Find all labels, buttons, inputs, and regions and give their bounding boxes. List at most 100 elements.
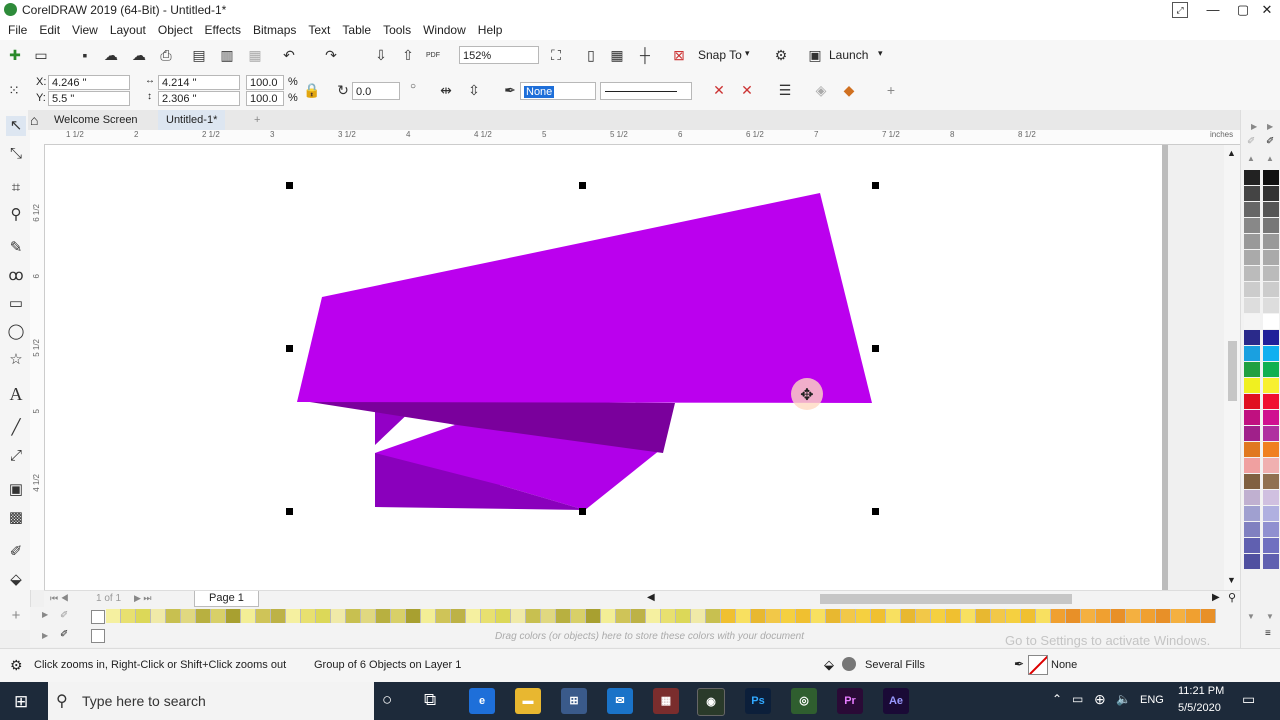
menu-table[interactable]: Table	[336, 23, 377, 37]
home-icon[interactable]: ⌂	[30, 112, 38, 128]
color-swatch[interactable]	[1051, 609, 1066, 623]
zoom-level-field[interactable]: 152%	[459, 46, 539, 64]
ribbon-banner-graphic[interactable]: ✥	[45, 145, 1165, 590]
palette-swatch[interactable]	[1244, 186, 1260, 201]
import-icon[interactable]: ⇩	[372, 46, 390, 64]
color-swatch[interactable]	[976, 609, 991, 623]
color-swatch[interactable]	[706, 609, 721, 623]
palette-swatch[interactable]	[1263, 282, 1279, 297]
copy-icon[interactable]: ▥	[218, 46, 236, 64]
color-swatch[interactable]	[1171, 609, 1186, 623]
color-swatch[interactable]	[106, 609, 121, 623]
show-guidelines-icon[interactable]: ┼	[636, 46, 654, 64]
rectangle-tool-icon[interactable]: ▭	[6, 294, 26, 314]
palette-swatch[interactable]	[1244, 330, 1260, 345]
palette-swatch[interactable]	[1244, 346, 1260, 361]
color-swatch[interactable]	[1186, 609, 1201, 623]
store-icon[interactable]: ⊞	[561, 688, 587, 714]
palette-options-icon[interactable]: ≡	[1265, 628, 1271, 639]
color-swatch[interactable]	[961, 609, 976, 623]
color-swatch[interactable]	[136, 609, 151, 623]
eyedropper-icon[interactable]: ✐	[60, 629, 68, 640]
menu-view[interactable]: View	[66, 23, 104, 37]
menu-tools[interactable]: Tools	[377, 23, 417, 37]
close-button[interactable]: ✕	[1252, 0, 1280, 20]
palette-swatch[interactable]	[1263, 410, 1279, 425]
page-nav-first-icon[interactable]: ⏮ ◀	[50, 593, 69, 604]
palette-down-icon[interactable]: ▼	[1247, 612, 1255, 621]
full-screen-icon[interactable]: ⛶	[547, 46, 565, 64]
palette-swatch[interactable]	[1263, 394, 1279, 409]
color-swatch[interactable]	[1126, 609, 1141, 623]
color-swatch[interactable]	[841, 609, 856, 623]
palette-swatch[interactable]	[1244, 378, 1260, 393]
color-swatch[interactable]	[766, 609, 781, 623]
show-rulers-icon[interactable]: ▯	[582, 46, 600, 64]
task-view-icon[interactable]: ⧉	[424, 690, 436, 710]
color-swatch[interactable]	[1201, 609, 1216, 623]
palette-swatch[interactable]	[1244, 538, 1260, 553]
color-swatch[interactable]	[376, 609, 391, 623]
menu-bitmaps[interactable]: Bitmaps	[247, 23, 302, 37]
palette-swatch[interactable]	[1244, 394, 1260, 409]
palette-swatch[interactable]	[1263, 490, 1279, 505]
cloud-import-icon[interactable]: ☁	[102, 46, 120, 64]
color-swatch[interactable]	[856, 609, 871, 623]
tab-welcome-screen[interactable]: Welcome Screen	[46, 110, 146, 130]
menu-help[interactable]: Help	[472, 23, 509, 37]
page-tab-1[interactable]: Page 1	[194, 591, 259, 607]
color-swatch[interactable]	[751, 609, 766, 623]
palette-swatch[interactable]	[1244, 362, 1260, 377]
snap-off-icon[interactable]: ⊠	[670, 46, 688, 64]
color-swatch[interactable]	[691, 609, 706, 623]
ellipse-tool-icon[interactable]: ◯	[6, 322, 26, 342]
notifications-icon[interactable]: ▭	[1242, 691, 1255, 708]
color-swatch[interactable]	[451, 609, 466, 623]
outline-width-field[interactable]: None	[520, 82, 596, 100]
scale-width-field[interactable]: 100.0	[246, 75, 284, 90]
cut-icon[interactable]: ▤	[190, 46, 208, 64]
color-swatch[interactable]	[631, 609, 646, 623]
taskbar-search[interactable]: ⚲ Type here to search	[48, 682, 374, 720]
palette-swatch[interactable]	[1263, 298, 1279, 313]
color-swatch[interactable]	[286, 609, 301, 623]
ribbon-main-panel[interactable]	[297, 193, 872, 403]
color-swatch[interactable]	[406, 609, 421, 623]
restore-app-icon[interactable]: ⤢	[1172, 2, 1188, 18]
palette-column-right[interactable]	[1263, 170, 1279, 570]
color-swatch[interactable]	[826, 609, 841, 623]
color-swatch[interactable]	[931, 609, 946, 623]
outline-swatch[interactable]	[1028, 655, 1048, 675]
color-swatch[interactable]	[361, 609, 376, 623]
palette-swatch[interactable]	[1244, 298, 1260, 313]
rotation-field[interactable]: 0.0	[352, 82, 400, 100]
export-pdf-label[interactable]: PDF	[426, 52, 440, 59]
scroll-left-icon[interactable]: ◀	[647, 592, 655, 603]
color-swatch-row[interactable]	[106, 609, 1216, 623]
crop-tool-icon[interactable]: ⌗	[6, 178, 26, 198]
horizontal-scroll-thumb[interactable]	[820, 594, 1072, 604]
palette-swatch[interactable]	[1263, 250, 1279, 265]
print-icon[interactable]: ⎙	[157, 46, 175, 64]
palette-column-left[interactable]	[1244, 170, 1260, 570]
palette-swatch[interactable]	[1244, 218, 1260, 233]
color-swatch[interactable]	[601, 609, 616, 623]
cortana-icon[interactable]: ○	[382, 690, 392, 710]
mail-icon[interactable]: ✉	[607, 688, 633, 714]
color-swatch[interactable]	[1066, 609, 1081, 623]
tab-untitled-1[interactable]: Untitled-1*	[158, 110, 226, 132]
export-icon[interactable]: ⇧	[399, 46, 417, 64]
palette-swatch[interactable]	[1244, 202, 1260, 217]
color-swatch[interactable]	[511, 609, 526, 623]
palette-swatch[interactable]	[1244, 426, 1260, 441]
text-tool-icon[interactable]: A	[6, 384, 26, 404]
no-color-swatch[interactable]	[91, 629, 105, 643]
interactive-fill-icon[interactable]: ⬙	[6, 570, 26, 590]
palette-swatch[interactable]	[1244, 442, 1260, 457]
palette-swatch[interactable]	[1263, 378, 1279, 393]
scroll-up-icon[interactable]: ▲	[1227, 148, 1236, 158]
palette-swatch[interactable]	[1244, 234, 1260, 249]
search-input[interactable]: Type here to search	[82, 693, 206, 709]
palette-swatch[interactable]	[1244, 282, 1260, 297]
color-swatch[interactable]	[1036, 609, 1051, 623]
